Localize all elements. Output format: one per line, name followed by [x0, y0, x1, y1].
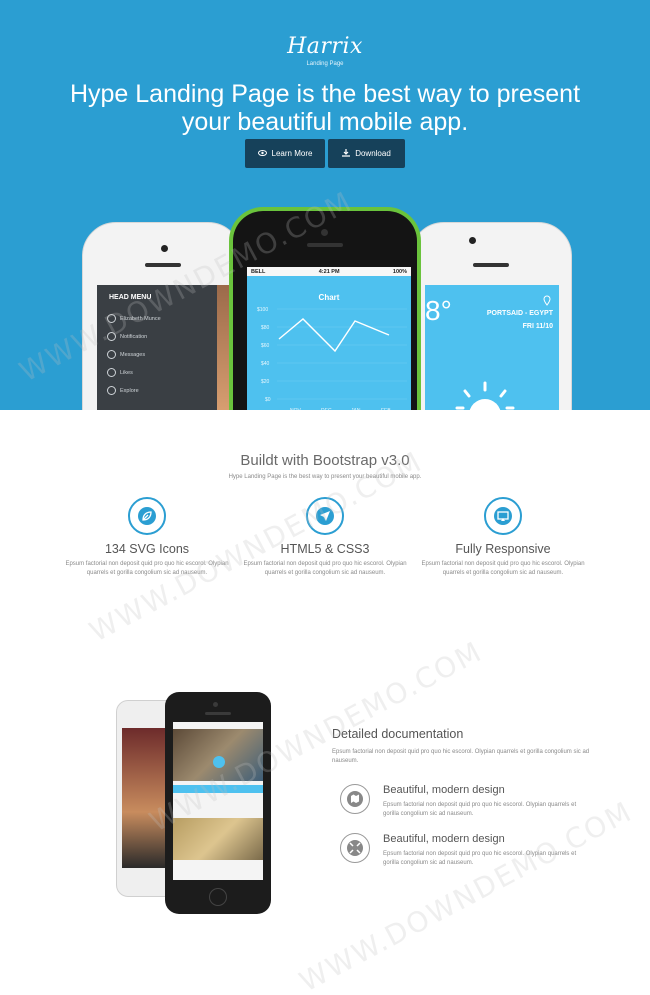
temperature: 8°	[425, 295, 452, 326]
phone-left: HEAD MENU Elizabeth Munce Notification M…	[82, 222, 242, 410]
menu-title: HEAD MENU	[109, 294, 152, 301]
doc-item-title: Beautiful, modern design	[383, 784, 505, 796]
doc-item-text: Epsum factorial non deposit quid pro quo…	[383, 851, 577, 866]
hero-title-line2: your beautiful mobile app.	[181, 108, 469, 136]
hero-title: Hype Landing Page is the best way to pre…	[40, 80, 610, 136]
features-subtitle: Hype Landing Page is the best way to pre…	[228, 474, 422, 480]
x-tick: DEC	[321, 408, 332, 410]
y-tick: $80	[261, 325, 270, 331]
menu-item[interactable]: Explore	[107, 386, 139, 395]
phone-body: BELL 4:21 PM 100% Chart $100 $80 $60 $40…	[233, 211, 417, 410]
menu-item[interactable]: Messages	[107, 350, 145, 359]
phone-right: 8° PORTSAID - EGYPT FRI 11/10	[410, 222, 572, 410]
heart-icon	[107, 368, 116, 377]
y-tick: $20	[261, 379, 270, 385]
bell-icon	[107, 332, 116, 341]
feature-text: Epsum factorial non deposit quid pro quo…	[421, 561, 585, 576]
phone-camera	[321, 229, 328, 236]
phone-speaker	[307, 243, 343, 247]
y-tick: $0	[265, 397, 271, 403]
download-button[interactable]: Download	[328, 139, 405, 168]
phone-camera	[469, 237, 476, 244]
location-text: PORTSAID - EGYPT	[486, 310, 553, 317]
chart-title: Chart	[318, 293, 340, 302]
learn-more-button[interactable]: Learn More	[245, 139, 325, 168]
leaf-icon	[128, 497, 166, 535]
doc-item-title: Beautiful, modern design	[383, 833, 505, 845]
photo-thumbnail	[173, 818, 263, 860]
mail-icon	[107, 350, 116, 359]
doc-text: Epsum factorial non deposit quid pro quo…	[332, 749, 590, 764]
doc-item-text: Epsum factorial non deposit quid pro quo…	[383, 802, 577, 817]
compress-icon	[340, 833, 370, 863]
phone-camera	[213, 702, 218, 707]
menu-item[interactable]: Notification	[107, 332, 147, 341]
logo[interactable]: Harrix	[0, 34, 650, 59]
x-tick: JAN	[351, 408, 361, 410]
clock: 4:21 PM	[318, 268, 340, 275]
sun-icon	[455, 381, 515, 410]
media-bar	[173, 785, 263, 793]
chart-screen: BELL 4:21 PM 100% Chart $100 $80 $60 $40…	[247, 267, 411, 410]
weather-screen: 8° PORTSAID - EGYPT FRI 11/10	[425, 285, 559, 410]
eye-icon	[257, 149, 267, 158]
home-button	[209, 888, 227, 906]
map-icon	[340, 784, 370, 814]
download-label: Download	[355, 149, 391, 158]
head-menu-screen: HEAD MENU Elizabeth Munce Notification M…	[97, 285, 231, 410]
hero-section: Harrix Landing Page Hype Landing Page is…	[0, 0, 650, 410]
feature-text: Epsum factorial non deposit quid pro quo…	[243, 561, 407, 576]
feature-title: 134 SVG Icons	[104, 542, 190, 556]
phone-camera	[161, 245, 168, 252]
phone-black-mockup	[165, 692, 271, 914]
monitor-icon	[484, 497, 522, 535]
menu-item[interactable]: Elizabeth Munce	[107, 314, 161, 323]
feature-html5-css3: HTML5 & CSS3 Epsum factorial non deposit…	[240, 497, 410, 578]
phone-center: BELL 4:21 PM 100% Chart $100 $80 $60 $40…	[229, 207, 421, 410]
play-icon[interactable]	[213, 756, 225, 768]
user-icon	[107, 314, 116, 323]
x-tick: FEB	[381, 408, 391, 410]
feature-title: HTML5 & CSS3	[280, 542, 370, 556]
feature-text: Epsum factorial non deposit quid pro quo…	[65, 561, 229, 576]
weather-location: PORTSAID - EGYPT FRI 11/10	[487, 307, 553, 333]
learn-more-label: Learn More	[271, 149, 313, 158]
watermark: WWW.DOWNDEMO.COM	[294, 794, 638, 995]
paper-plane-icon	[306, 497, 344, 535]
feature-svg-icons: 134 SVG Icons Epsum factorial non deposi…	[62, 497, 232, 578]
y-tick: $60	[261, 343, 270, 349]
doc-title: Detailed documentation	[332, 727, 464, 741]
globe-icon	[107, 386, 116, 395]
status-bar: BELL 4:21 PM 100%	[247, 267, 411, 276]
feature-title: Fully Responsive	[455, 542, 551, 556]
phone-black-screen	[173, 722, 263, 880]
menu-item[interactable]: Likes	[107, 368, 133, 377]
phone-speaker	[145, 263, 181, 267]
y-tick: $100	[257, 307, 268, 313]
feature-responsive: Fully Responsive Epsum factorial non dep…	[418, 497, 588, 578]
features-title: Buildt with Bootstrap v3.0	[240, 452, 410, 469]
carrier: BELL	[251, 268, 266, 275]
video-thumbnail	[173, 729, 263, 781]
phone-speaker	[473, 263, 509, 267]
battery: 100%	[392, 268, 407, 275]
hero-title-line1: Hype Landing Page is the best way to pre…	[69, 80, 581, 108]
mini-chart: $100 $80 $60 $40 $20 $0 NOV DEC JAN FEB	[257, 307, 407, 410]
download-icon	[342, 148, 351, 159]
logo-subtitle: Landing Page	[306, 61, 344, 67]
y-tick: $40	[261, 361, 270, 367]
chart-line	[278, 318, 390, 353]
x-tick: NOV	[290, 408, 302, 410]
date-text: FRI 11/10	[522, 323, 553, 330]
phone-speaker	[205, 712, 231, 715]
